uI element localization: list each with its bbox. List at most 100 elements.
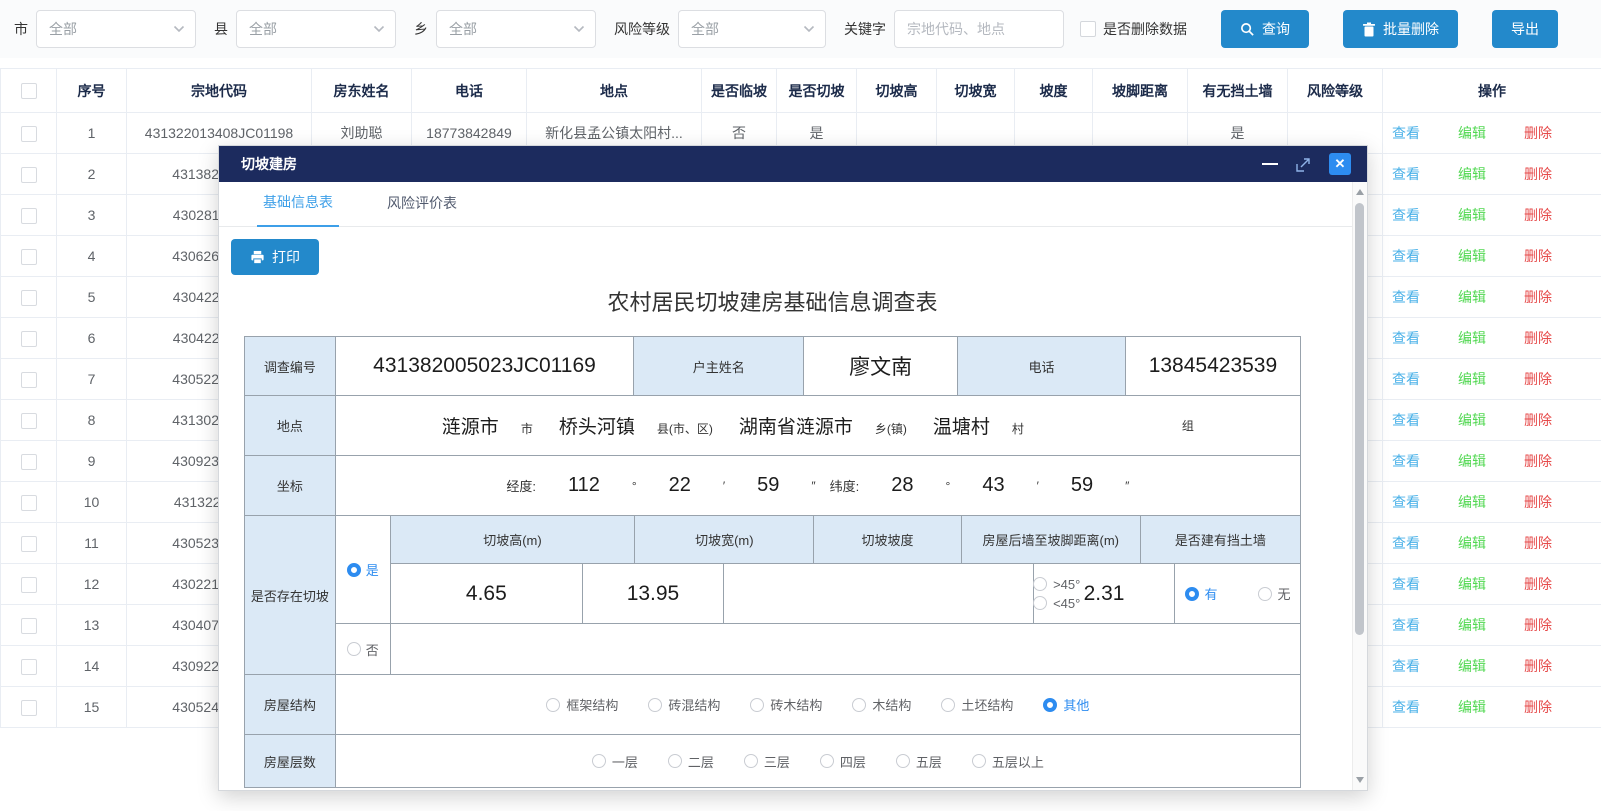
cut-slope-no-option[interactable]: 否 — [336, 624, 391, 674]
modal-header[interactable]: 切坡建房 ✕ — [219, 146, 1367, 182]
house-floors-option[interactable]: 四层 — [820, 752, 866, 771]
view-link[interactable]: 查看 — [1392, 328, 1420, 348]
delete-link[interactable]: 删除 — [1524, 697, 1552, 717]
edit-link[interactable]: 编辑 — [1458, 574, 1486, 594]
view-link[interactable]: 查看 — [1392, 697, 1420, 717]
view-link[interactable]: 查看 — [1392, 205, 1420, 225]
export-button[interactable]: 导出 — [1492, 10, 1558, 48]
retaining-wall-option[interactable]: 无 — [1258, 584, 1291, 603]
row-checkbox[interactable] — [21, 249, 37, 265]
row-checkbox[interactable] — [21, 700, 37, 716]
view-link[interactable]: 查看 — [1392, 492, 1420, 512]
delete-link[interactable]: 删除 — [1524, 533, 1552, 553]
delete-link[interactable]: 删除 — [1524, 328, 1552, 348]
edit-link[interactable]: 编辑 — [1458, 451, 1486, 471]
edit-link[interactable]: 编辑 — [1458, 246, 1486, 266]
print-button[interactable]: 打印 — [231, 239, 319, 275]
view-link[interactable]: 查看 — [1392, 656, 1420, 676]
house-structure-option[interactable]: 砖混结构 — [648, 695, 720, 714]
delete-link[interactable]: 删除 — [1524, 123, 1552, 143]
edit-link[interactable]: 编辑 — [1458, 615, 1486, 635]
edit-link[interactable]: 编辑 — [1458, 328, 1486, 348]
row-checkbox[interactable] — [21, 167, 37, 183]
batch-delete-button[interactable]: 批量删除 — [1343, 10, 1458, 48]
row-checkbox[interactable] — [21, 536, 37, 552]
close-icon[interactable]: ✕ — [1329, 153, 1351, 175]
edit-link[interactable]: 编辑 — [1458, 492, 1486, 512]
maximize-icon[interactable] — [1295, 156, 1312, 173]
view-link[interactable]: 查看 — [1392, 164, 1420, 184]
house-structure-option[interactable]: 木结构 — [852, 695, 911, 714]
delete-link[interactable]: 删除 — [1524, 287, 1552, 307]
edit-link[interactable]: 编辑 — [1458, 697, 1486, 717]
filter-select-risk-level[interactable]: 全部 — [678, 10, 826, 48]
view-link[interactable]: 查看 — [1392, 123, 1420, 143]
cut-slope-yes-option[interactable]: 是 — [336, 516, 391, 623]
house-floors-option[interactable]: 二层 — [668, 752, 714, 771]
view-link[interactable]: 查看 — [1392, 369, 1420, 389]
delete-link[interactable]: 删除 — [1524, 164, 1552, 184]
cell-checkbox — [1, 441, 57, 482]
house-structure-option[interactable]: 框架结构 — [546, 695, 618, 714]
row-checkbox[interactable] — [21, 413, 37, 429]
delete-link[interactable]: 删除 — [1524, 246, 1552, 266]
delete-link[interactable]: 删除 — [1524, 205, 1552, 225]
row-checkbox[interactable] — [21, 331, 37, 347]
house-structure-option[interactable]: 其他 — [1043, 695, 1089, 714]
filter-select-city[interactable]: 全部 — [36, 10, 196, 48]
edit-link[interactable]: 编辑 — [1458, 123, 1486, 143]
delete-link[interactable]: 删除 — [1524, 410, 1552, 430]
edit-link[interactable]: 编辑 — [1458, 287, 1486, 307]
view-link[interactable]: 查看 — [1392, 533, 1420, 553]
row-checkbox[interactable] — [21, 372, 37, 388]
delete-link[interactable]: 删除 — [1524, 574, 1552, 594]
house-floors-option[interactable]: 五层 — [896, 752, 942, 771]
cell-operations: 查看 编辑 删除 — [1383, 359, 1601, 400]
edit-link[interactable]: 编辑 — [1458, 656, 1486, 676]
row-checkbox[interactable] — [21, 618, 37, 634]
row-checkbox[interactable] — [21, 454, 37, 470]
house-floors-option[interactable]: 三层 — [744, 752, 790, 771]
row-checkbox[interactable] — [21, 126, 37, 142]
modal-scrollbar[interactable] — [1352, 182, 1367, 790]
house-structure-option[interactable]: 砖木结构 — [750, 695, 822, 714]
edit-link[interactable]: 编辑 — [1458, 205, 1486, 225]
house-structure-option[interactable]: 土坯结构 — [941, 695, 1013, 714]
delete-link[interactable]: 删除 — [1524, 369, 1552, 389]
edit-link[interactable]: 编辑 — [1458, 410, 1486, 430]
select-all-checkbox[interactable] — [21, 83, 37, 99]
delete-link[interactable]: 删除 — [1524, 492, 1552, 512]
view-link[interactable]: 查看 — [1392, 574, 1420, 594]
row-checkbox[interactable] — [21, 659, 37, 675]
view-link[interactable]: 查看 — [1392, 246, 1420, 266]
view-link[interactable]: 查看 — [1392, 287, 1420, 307]
view-link[interactable]: 查看 — [1392, 451, 1420, 471]
house-floors-option[interactable]: 五层以上 — [972, 752, 1044, 771]
tab-risk-eval[interactable]: 风险评价表 — [381, 193, 463, 226]
chevron-down-icon — [803, 25, 815, 33]
scroll-down-icon[interactable] — [1353, 773, 1367, 787]
scrollbar-thumb[interactable] — [1355, 203, 1364, 635]
tab-basic-info[interactable]: 基础信息表 — [257, 192, 339, 227]
delete-link[interactable]: 删除 — [1524, 656, 1552, 676]
keyword-input[interactable] — [894, 10, 1064, 48]
edit-link[interactable]: 编辑 — [1458, 369, 1486, 389]
delete-data-checkbox[interactable] — [1080, 21, 1096, 37]
filter-select-township[interactable]: 全部 — [436, 10, 596, 48]
minimize-icon[interactable] — [1262, 163, 1278, 165]
edit-link[interactable]: 编辑 — [1458, 533, 1486, 553]
house-floors-option[interactable]: 一层 — [592, 752, 638, 771]
retaining-wall-option[interactable]: 有 — [1185, 584, 1218, 603]
view-link[interactable]: 查看 — [1392, 615, 1420, 635]
delete-link[interactable]: 删除 — [1524, 451, 1552, 471]
query-button[interactable]: 查询 — [1221, 10, 1309, 48]
row-checkbox[interactable] — [21, 290, 37, 306]
edit-link[interactable]: 编辑 — [1458, 164, 1486, 184]
delete-link[interactable]: 删除 — [1524, 615, 1552, 635]
view-link[interactable]: 查看 — [1392, 410, 1420, 430]
scroll-up-icon[interactable] — [1353, 185, 1367, 199]
row-checkbox[interactable] — [21, 208, 37, 224]
filter-select-county[interactable]: 全部 — [236, 10, 396, 48]
row-checkbox[interactable] — [21, 495, 37, 511]
row-checkbox[interactable] — [21, 577, 37, 593]
